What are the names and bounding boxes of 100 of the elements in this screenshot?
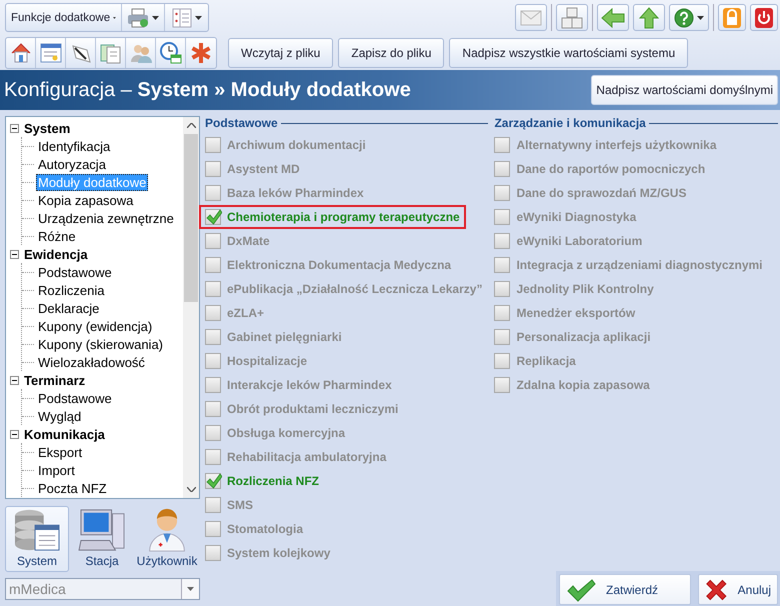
checkbox[interactable] — [205, 185, 221, 201]
tree-item[interactable]: Kupony (ewidencja) — [36, 318, 154, 334]
tree-item[interactable]: Urządzenia zewnętrzne — [36, 210, 176, 226]
tree-item[interactable]: Podstawowe — [36, 264, 114, 280]
back-button[interactable] — [597, 4, 629, 31]
module-option[interactable]: Dane do raportów pomocniczych — [488, 157, 712, 181]
tree-item[interactable]: System — [22, 120, 72, 136]
module-option[interactable]: SMS — [199, 493, 260, 517]
module-option[interactable]: System kolejkowy — [199, 541, 336, 565]
tree-item[interactable]: Kopia zapasowa — [36, 192, 136, 208]
module-option[interactable]: ePublikacja „Działalność Lecznicza Lekarzy” — [199, 277, 488, 301]
checkbox[interactable] — [494, 257, 510, 273]
checkbox[interactable] — [205, 521, 221, 537]
checkbox[interactable] — [494, 137, 510, 153]
module-option[interactable]: eWyniki Laboratorium — [488, 229, 648, 253]
tree-item[interactable]: Import — [36, 462, 77, 478]
module-option[interactable]: Rehabilitacja ambulatoryjna — [199, 445, 392, 469]
tree-item[interactable]: Autoryzacja — [36, 156, 108, 172]
checkbox[interactable] — [205, 281, 221, 297]
tree-item[interactable]: Różne — [36, 228, 78, 244]
module-option[interactable]: Interakcje leków Pharmindex — [199, 373, 398, 397]
checkbox[interactable] — [494, 209, 510, 225]
nav-button[interactable]: Stacja — [70, 506, 134, 572]
checkbox[interactable] — [205, 377, 221, 393]
checkbox[interactable] — [205, 161, 221, 177]
action-button[interactable]: Nadpisz wszystkie wartościami systemu — [449, 38, 688, 68]
confirm-button[interactable]: Zatwierdź — [559, 574, 691, 605]
tree-item[interactable]: Podstawowe — [36, 390, 114, 406]
checkbox[interactable] — [494, 161, 510, 177]
checkbox[interactable] — [205, 209, 221, 225]
module-option[interactable]: Zdalna kopia zapasowa — [488, 373, 656, 397]
nav-button[interactable]: System — [5, 506, 69, 572]
checkbox[interactable] — [494, 281, 510, 297]
scrollbar[interactable] — [183, 117, 199, 498]
module-option[interactable]: DxMate — [199, 229, 276, 253]
checkbox[interactable] — [494, 377, 510, 393]
cancel-button[interactable]: Anuluj — [698, 574, 778, 605]
functions-dropdown[interactable]: Funkcje dodatkowe — [6, 4, 122, 31]
tree-item[interactable]: Identyfikacja — [36, 138, 112, 154]
checkbox[interactable] — [205, 137, 221, 153]
up-button[interactable] — [633, 4, 665, 31]
collapse-icon[interactable] — [10, 124, 19, 132]
module-option[interactable]: eZLA+ — [199, 301, 270, 325]
module-option[interactable]: Stomatologia — [199, 517, 310, 541]
lock-button[interactable] — [718, 4, 746, 31]
collapse-icon[interactable] — [10, 430, 19, 438]
checkbox[interactable] — [205, 329, 221, 345]
messages-button[interactable] — [515, 4, 547, 31]
module-option[interactable]: Asystent MD — [199, 157, 306, 181]
checkbox[interactable] — [205, 233, 221, 249]
module-option[interactable]: Baza leków Pharmindex — [199, 181, 370, 205]
power-button[interactable] — [750, 4, 778, 31]
module-option[interactable]: Integracja z urządzeniami diagnostycznymi — [488, 253, 769, 277]
module-option[interactable]: Hospitalizacje — [199, 349, 314, 373]
scroll-down-icon[interactable] — [186, 487, 196, 492]
help-button[interactable] — [669, 4, 709, 31]
scroll-up-icon[interactable] — [186, 123, 196, 128]
tree-item[interactable]: Kupony (skierowania) — [36, 336, 166, 352]
checkbox[interactable] — [494, 233, 510, 249]
tree-item[interactable]: Wielozakładowość — [36, 354, 147, 370]
module-option[interactable]: Archiwum dokumentacji — [199, 133, 372, 157]
checkbox[interactable] — [205, 353, 221, 369]
collapse-icon[interactable] — [10, 250, 19, 258]
module-option[interactable]: Elektroniczna Dokumentacja Medyczna — [199, 253, 458, 277]
checkbox[interactable] — [494, 305, 510, 321]
checkbox[interactable] — [205, 545, 221, 561]
checkbox[interactable] — [205, 473, 221, 489]
module-option[interactable]: Personalizacja aplikacji — [488, 325, 657, 349]
tree-item[interactable]: Ewidencja — [22, 246, 90, 262]
checkbox[interactable] — [494, 353, 510, 369]
restore-defaults-button[interactable]: Nadpisz wartościami domyślnymi — [591, 75, 778, 105]
collapse-icon[interactable] — [10, 376, 19, 384]
checkbox[interactable] — [205, 497, 221, 513]
tree-item[interactable]: Wygląd — [36, 408, 84, 424]
tree-item[interactable]: Rozliczenia — [36, 282, 106, 298]
module-option[interactable]: Jednolity Plik Kontrolny — [488, 277, 660, 301]
tree-item[interactable]: Komunikacja — [22, 426, 107, 442]
checkbox[interactable] — [205, 305, 221, 321]
module-option[interactable]: Alternatywny interfejs użytkownika — [488, 133, 723, 157]
tree-item[interactable]: Terminarz — [22, 372, 88, 388]
checkbox[interactable] — [205, 425, 221, 441]
module-option[interactable]: Replikacja — [488, 349, 582, 373]
module-option[interactable]: Obsługa komercyjna — [199, 421, 352, 445]
module-option[interactable]: Gabinet pielęgniarki — [199, 325, 348, 349]
nav-button[interactable]: Użytkownik — [135, 506, 199, 572]
module-option[interactable]: Chemioterapia i programy terapeutyczne — [199, 205, 466, 229]
checkbox[interactable] — [205, 401, 221, 417]
tree-item[interactable]: Deklaracje — [36, 300, 102, 316]
profile-combo[interactable]: mMedica — [5, 578, 200, 600]
tree-item[interactable]: Moduły dodatkowe — [36, 174, 148, 190]
action-button[interactable]: Zapisz do pliku — [338, 38, 444, 68]
module-option[interactable]: Rozliczenia NFZ — [199, 469, 326, 493]
module-option[interactable]: Obrót produktami leczniczymi — [199, 397, 404, 421]
checkbox[interactable] — [205, 257, 221, 273]
action-button[interactable]: Wczytaj z pliku — [228, 38, 334, 68]
module-option[interactable]: Dane do sprawozdań MZ/GUS — [488, 181, 692, 205]
checkbox[interactable] — [205, 449, 221, 465]
checkbox[interactable] — [494, 185, 510, 201]
checkbox[interactable] — [494, 329, 510, 345]
module-option[interactable]: eWyniki Diagnostyka — [488, 205, 642, 229]
